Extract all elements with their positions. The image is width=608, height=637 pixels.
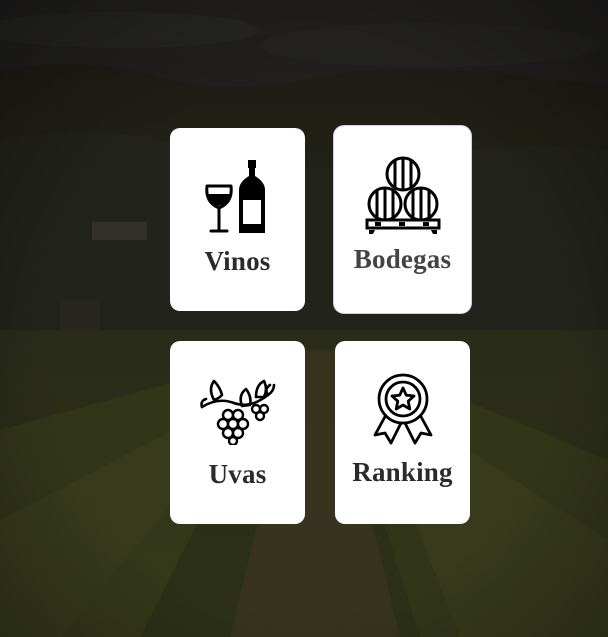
vineyard-background: [0, 0, 608, 637]
menu-card-label: Bodegas: [353, 244, 452, 274]
wine-glass-bottle-icon: [204, 160, 265, 233]
award-ribbon-icon: [373, 373, 432, 445]
menu-card-label: Vinos: [204, 246, 271, 276]
menu-card-label: Uvas: [208, 459, 267, 489]
menu-card-ranking[interactable]: Ranking: [335, 341, 470, 524]
menu-card-label: Ranking: [352, 457, 453, 487]
menu-card-vinos[interactable]: Vinos: [170, 128, 305, 311]
wine-barrels-icon: [365, 156, 440, 234]
grapes-vine-icon: [199, 379, 275, 445]
menu-card-uvas[interactable]: Uvas: [170, 341, 305, 524]
menu-card-bodegas[interactable]: Bodegas: [334, 126, 471, 313]
